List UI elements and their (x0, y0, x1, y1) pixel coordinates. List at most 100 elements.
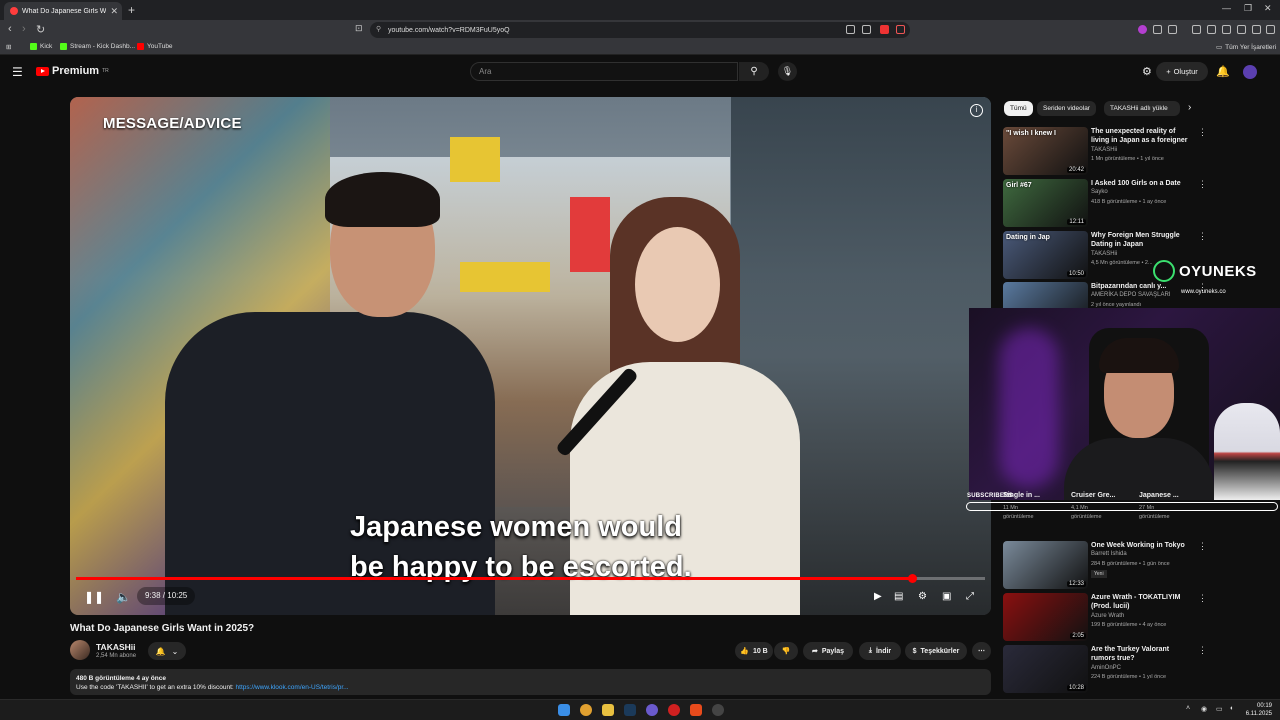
download-button[interactable]: ⤓ İndir (859, 642, 901, 660)
dislike-button[interactable]: 👎 (774, 642, 798, 660)
create-button[interactable]: + Oluştur (1156, 62, 1208, 81)
tray-chevron-icon[interactable]: ˄ (1186, 705, 1190, 712)
maximize-icon[interactable]: ❐ (1244, 3, 1252, 14)
extension-icon[interactable] (1153, 25, 1162, 34)
share-button[interactable]: ➦ Paylaş (803, 642, 853, 660)
discord-icon[interactable] (646, 704, 658, 716)
short-title[interactable]: Cruiser Gre... (1071, 492, 1115, 499)
bookmark-youtube[interactable]: YouTube (137, 43, 173, 50)
volume-tray-icon[interactable]: ◐ (1230, 705, 1234, 712)
video-thumbnail[interactable]: 12:33 (1003, 541, 1088, 589)
mic-tray-icon[interactable]: ◉ (1201, 705, 1207, 713)
music-icon[interactable] (1192, 25, 1201, 34)
video-thumbnail[interactable]: 2:05 (1003, 593, 1088, 641)
brave-icon[interactable] (690, 704, 702, 716)
obs-icon[interactable] (712, 704, 724, 716)
windows-start-icon[interactable] (558, 704, 570, 716)
extension-icon[interactable] (1168, 25, 1177, 34)
recommendation-title[interactable]: One Week Working in Tokyo (1091, 541, 1191, 550)
volume-icon[interactable]: 🔈 (116, 590, 131, 604)
like-button[interactable]: 👍 10 B (735, 642, 773, 660)
forward-icon[interactable]: › (22, 23, 26, 35)
network-icon[interactable]: ▭ (1216, 705, 1223, 713)
recommendation-channel[interactable]: Azure Wrath (1091, 613, 1124, 619)
chip-series[interactable]: Seriden videolar (1037, 101, 1096, 116)
bookmark-kick[interactable]: Kick (30, 43, 52, 50)
extension-icon[interactable] (1138, 25, 1147, 34)
sidebar-icon[interactable] (1207, 25, 1216, 34)
more-options-icon[interactable]: ⋮ (1198, 593, 1207, 604)
brave-shield-icon[interactable] (880, 25, 889, 34)
hamburger-menu-icon[interactable]: ☰ (12, 65, 23, 79)
miniplayer-icon[interactable]: ▣ (942, 591, 951, 602)
settings-gear-icon[interactable]: ⚙ (918, 591, 927, 602)
more-options-icon[interactable]: ⋮ (1198, 541, 1207, 552)
account-avatar[interactable] (1243, 65, 1257, 79)
recommendation-channel[interactable]: AminOnPC (1091, 665, 1121, 671)
description-box[interactable]: 480 B görüntüleme 4 ay önce Use the code… (70, 669, 991, 695)
bookmark-page-icon[interactable]: ⊡ (355, 23, 363, 34)
recommendation-item[interactable]: 2:05 Azure Wrath - TOKATLIYIM (Prod. luci… (1003, 593, 1207, 641)
autoplay-toggle-icon[interactable]: ▶ (874, 591, 882, 602)
browser-tab[interactable]: What Do Japanese Girls Want ✕ (4, 2, 122, 20)
video-player[interactable]: MESSAGE/ADVICE i Japanese women would be… (70, 97, 991, 615)
menu-icon[interactable] (1266, 25, 1275, 34)
recommendation-channel[interactable]: Sayko (1091, 189, 1108, 195)
cast-icon[interactable] (846, 25, 855, 34)
brave-rewards-icon[interactable] (896, 25, 905, 34)
shield-icon[interactable] (1252, 25, 1261, 34)
back-icon[interactable]: ‹ (8, 23, 12, 35)
fullscreen-icon[interactable]: ⤢ (966, 591, 974, 602)
more-options-icon[interactable]: ⋮ (1198, 645, 1207, 656)
chip-channel-uploads[interactable]: TAKASHii adlı yükle (1104, 101, 1180, 116)
search-button[interactable]: ⚲ (739, 62, 769, 81)
vpn-icon[interactable] (1237, 25, 1246, 34)
url-field[interactable]: ⚲ youtube.com/watch?v=RDM3FuU5yoQ (370, 22, 910, 38)
recommendation-item[interactable]: 12:33 One Week Working in Tokyo Barrett Is… (1003, 541, 1207, 589)
channel-name[interactable]: TAKASHii (96, 642, 136, 652)
short-title[interactable]: Single in ... (1003, 492, 1040, 499)
more-actions-button[interactable]: ⋯ (972, 642, 991, 660)
new-tab-icon[interactable]: + (128, 3, 135, 17)
recommendation-title[interactable]: Azure Wrath - TOKATLIYIM (Prod. lucii) (1091, 593, 1191, 611)
apps-icon[interactable]: ⊞ (6, 43, 11, 51)
recommendation-item[interactable]: "I wish I knew I 20:42 The unexpected real… (1003, 127, 1207, 175)
video-thumbnail[interactable]: 10:28 (1003, 645, 1088, 693)
more-options-icon[interactable]: ⋮ (1198, 179, 1207, 190)
youtube-premium-logo[interactable]: Premium TR (36, 65, 109, 77)
wallet-icon[interactable] (1222, 25, 1231, 34)
chevron-right-icon[interactable]: › (1188, 102, 1191, 113)
notifications-bell-icon[interactable]: 🔔 (1216, 65, 1230, 78)
video-thumbnail[interactable]: Dating in Jap 10:50 (1003, 231, 1088, 279)
subscribed-bell-button[interactable]: 🔔 ⌄ (148, 642, 186, 660)
more-options-icon[interactable]: ⋮ (1198, 231, 1207, 242)
close-window-icon[interactable]: ✕ (1264, 3, 1272, 14)
more-options-icon[interactable]: ⋮ (1198, 127, 1207, 138)
recommendation-item[interactable]: Girl #67 12:11 I Asked 100 Girls on a Date… (1003, 179, 1207, 227)
recommendation-channel[interactable]: AMERİKA DEPO SAVAŞLARI (1091, 292, 1170, 298)
bookmark-kick-dashboard[interactable]: Stream - Kick Dashb... (60, 43, 135, 50)
recommendation-title[interactable]: The unexpected reality of living in Japa… (1091, 127, 1191, 145)
reload-icon[interactable]: ↻ (36, 23, 45, 36)
recommendation-channel[interactable]: TAKASHii (1091, 147, 1117, 153)
chrome-icon[interactable] (580, 704, 592, 716)
file-explorer-icon[interactable] (602, 704, 614, 716)
chip-all[interactable]: Tümü (1004, 101, 1033, 116)
short-title[interactable]: Japanese ... (1139, 492, 1179, 499)
close-tab-icon[interactable]: ✕ (110, 6, 118, 17)
voice-search-button[interactable]: 🎙 (778, 62, 797, 81)
progress-bar[interactable] (76, 574, 985, 583)
recommendation-title[interactable]: Why Foreign Men Struggle Dating in Japan (1091, 231, 1191, 249)
recommendation-title[interactable]: Bitpazarından canlı y... (1091, 282, 1191, 291)
recommendation-title[interactable]: Are the Turkey Valorant rumors true? (1091, 645, 1191, 663)
recommendation-title[interactable]: I Asked 100 Girls on a Date (1091, 179, 1191, 188)
pause-icon[interactable]: ❚❚ (84, 590, 104, 604)
site-info-icon[interactable]: ⚲ (376, 25, 381, 33)
video-thumbnail[interactable]: "I wish I knew I 20:42 (1003, 127, 1088, 175)
subtitles-icon[interactable]: ▤ (894, 591, 903, 602)
description-link[interactable]: https://www.klook.com/en-US/tetris/pr... (236, 684, 349, 691)
steam-icon[interactable] (624, 704, 636, 716)
all-bookmarks[interactable]: ▭ Tüm Yer İşaretleri (1216, 43, 1276, 52)
recommendation-channel[interactable]: TAKASHii (1091, 251, 1117, 257)
cast-icon[interactable]: ⚙ (1142, 65, 1152, 78)
